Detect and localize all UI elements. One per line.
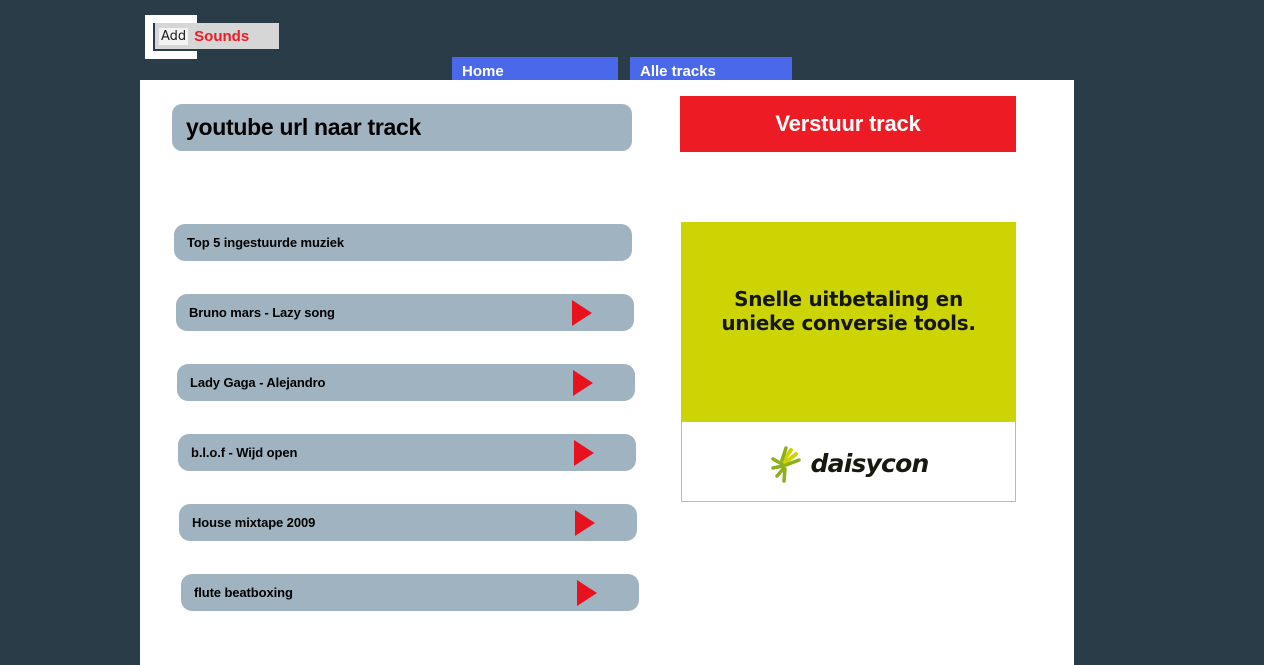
advertisement-banner[interactable]: Snelle uitbetaling en unieke conversie t… (681, 222, 1016, 502)
ad-headline-line-2: unieke conversie tools. (721, 311, 976, 335)
play-icon[interactable] (573, 369, 593, 396)
list-item[interactable]: House mixtape 2009 (179, 504, 637, 541)
ad-headline: Snelle uitbetaling en unieke conversie t… (721, 286, 976, 358)
track-title: flute beatboxing (194, 585, 293, 600)
track-title: Lady Gaga - Alejandro (190, 375, 326, 390)
list-item[interactable]: Top 5 ingestuurde muziek (174, 224, 632, 261)
logo-text-sounds: Sounds (194, 27, 250, 45)
daisycon-logo: daisycon (769, 444, 929, 484)
list-item[interactable]: b.l.o.f - Wijd open (178, 434, 636, 471)
daisycon-wordmark: daisycon (810, 449, 930, 478)
ad-advertiser-area: daisycon (681, 422, 1016, 502)
content-panel: youtube url naar track Verstuur track To… (140, 80, 1074, 665)
submit-track-button[interactable]: Verstuur track (680, 96, 1016, 152)
site-logo[interactable]: Add Sounds (155, 23, 279, 49)
logo-text-add: Add (159, 27, 189, 45)
youtube-url-heading[interactable]: youtube url naar track (172, 104, 632, 151)
play-icon[interactable] (572, 299, 592, 326)
logo-frame-bottom (145, 51, 197, 59)
track-title: Bruno mars - Lazy song (189, 305, 335, 320)
track-title: Top 5 ingestuurde muziek (187, 235, 344, 250)
ad-headline-line-1: Snelle uitbetaling en (734, 286, 963, 311)
list-item[interactable]: Lady Gaga - Alejandro (177, 364, 635, 401)
play-icon[interactable] (575, 509, 595, 536)
list-item[interactable]: flute beatboxing (181, 574, 639, 611)
youtube-url-heading-label: youtube url naar track (186, 114, 421, 140)
track-title: b.l.o.f - Wijd open (191, 445, 298, 460)
track-title: House mixtape 2009 (192, 515, 316, 530)
ad-message-area: Snelle uitbetaling en unieke conversie t… (681, 222, 1016, 439)
starburst-icon (770, 445, 801, 483)
list-item[interactable]: Bruno mars - Lazy song (176, 294, 634, 331)
play-icon[interactable] (574, 439, 594, 466)
play-icon[interactable] (577, 579, 597, 606)
submit-track-label: Verstuur track (775, 111, 921, 136)
